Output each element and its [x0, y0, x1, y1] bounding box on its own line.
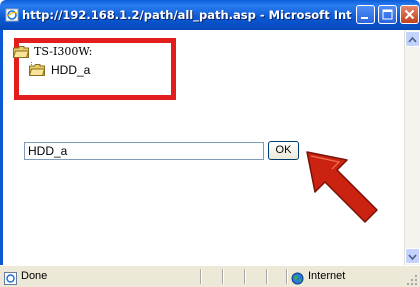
status-divider — [244, 269, 246, 284]
page-content: TS-I300W: HDD_a OK — [0, 30, 404, 265]
tree-child-label: HDD_a — [51, 63, 91, 77]
browser-popup-window: http://192.168.1.2/path/all_path.asp - M… — [0, 0, 420, 287]
ok-button[interactable]: OK — [268, 141, 299, 160]
tree-node-child[interactable]: HDD_a — [29, 63, 90, 77]
folder-icon — [29, 64, 45, 76]
vertical-scrollbar[interactable] — [404, 30, 420, 265]
resize-grip-icon[interactable] — [406, 274, 418, 286]
window-title: http://192.168.1.2/path/all_path.asp - M… — [22, 8, 352, 22]
path-input[interactable] — [24, 142, 264, 160]
zone-text: Internet — [308, 270, 346, 282]
status-bar: Done Internet — [0, 265, 420, 287]
status-divider — [286, 269, 288, 284]
ie-page-icon — [5, 7, 19, 22]
internet-globe-icon — [291, 270, 304, 285]
folder-icon — [13, 45, 29, 58]
scroll-down-button[interactable] — [405, 248, 420, 264]
tree-node-root[interactable]: TS-I300W: — [13, 45, 92, 58]
tree-root-label: TS-I300W: — [34, 45, 93, 58]
status-divider — [200, 269, 202, 284]
status-text: Done — [21, 270, 48, 282]
minimize-button[interactable] — [356, 5, 375, 24]
page-done-icon — [4, 270, 17, 285]
title-bar[interactable]: http://192.168.1.2/path/all_path.asp - M… — [0, 0, 420, 30]
status-divider — [222, 269, 224, 284]
red-arrow-icon — [306, 151, 378, 223]
status-divider — [266, 269, 268, 284]
maximize-button[interactable] — [378, 5, 397, 24]
scroll-up-button[interactable] — [405, 31, 420, 47]
close-button[interactable] — [400, 5, 419, 24]
